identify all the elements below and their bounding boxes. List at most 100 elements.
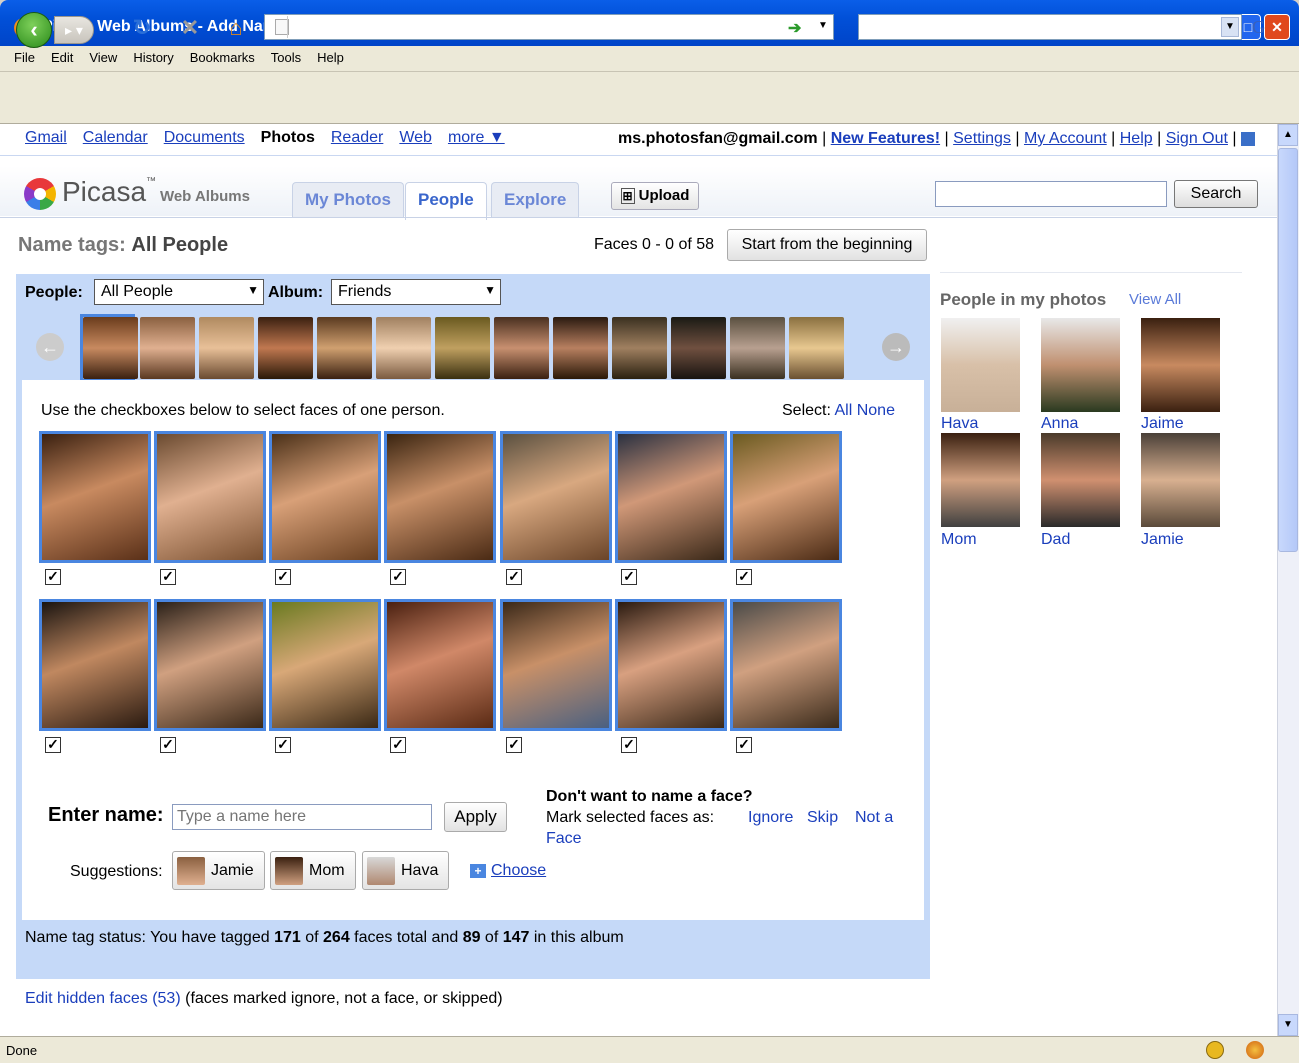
- person-photo-anna[interactable]: [1041, 318, 1120, 412]
- gbar-more[interactable]: more ▼: [448, 129, 505, 147]
- thumb-face[interactable]: [199, 317, 254, 379]
- tab-explore[interactable]: Explore: [491, 182, 580, 218]
- menu-history[interactable]: History: [125, 46, 181, 69]
- face-tile[interactable]: [730, 599, 842, 731]
- home-icon[interactable]: ⌂: [222, 14, 250, 42]
- face-checkbox[interactable]: ✓: [506, 737, 522, 753]
- thumb-face[interactable]: [317, 317, 372, 379]
- tab-my-photos[interactable]: My Photos: [292, 182, 404, 218]
- apply-button[interactable]: Apply: [444, 802, 507, 832]
- menu-tools[interactable]: Tools: [263, 46, 309, 69]
- face-tile[interactable]: [384, 431, 496, 563]
- face-tile[interactable]: [384, 599, 496, 731]
- scroll-down-icon[interactable]: ▼: [1278, 1014, 1298, 1036]
- picasa-logo[interactable]: Picasa™ Web Albums: [62, 176, 250, 208]
- face-checkbox[interactable]: ✓: [736, 569, 752, 585]
- person-photo-jamie[interactable]: [1141, 433, 1220, 527]
- thumb-face[interactable]: [671, 317, 726, 379]
- firefox-status-icon[interactable]: [1246, 1041, 1264, 1059]
- plus-icon[interactable]: +: [470, 864, 486, 878]
- reload-icon[interactable]: ↻: [128, 14, 156, 42]
- face-tile[interactable]: [615, 431, 727, 563]
- face-tile[interactable]: [39, 431, 151, 563]
- choose-link[interactable]: Choose: [491, 862, 546, 880]
- menu-help[interactable]: Help: [309, 46, 352, 69]
- stop-icon[interactable]: ✕: [176, 14, 204, 42]
- not-a-face-link-cont[interactable]: Face: [546, 830, 582, 848]
- not-a-face-link[interactable]: Not a: [855, 809, 893, 827]
- person-name-hava[interactable]: Hava: [941, 415, 978, 433]
- face-checkbox[interactable]: ✓: [160, 569, 176, 585]
- select-none-link[interactable]: None: [857, 402, 895, 419]
- gbar-photos[interactable]: Photos: [261, 129, 315, 147]
- thumb-face[interactable]: [435, 317, 490, 379]
- gbar-gmail[interactable]: Gmail: [25, 129, 67, 147]
- tab-people[interactable]: People: [405, 182, 487, 220]
- person-name-dad[interactable]: Dad: [1041, 531, 1070, 549]
- browser-search-input[interactable]: ▼: [858, 14, 1242, 40]
- person-name-jamie[interactable]: Jamie: [1141, 531, 1184, 549]
- face-checkbox[interactable]: ✓: [390, 569, 406, 585]
- thumb-face[interactable]: [553, 317, 608, 379]
- thumb-face[interactable]: [730, 317, 785, 379]
- thumb-face[interactable]: [789, 317, 844, 379]
- face-tile[interactable]: [154, 431, 266, 563]
- person-name-jaime[interactable]: Jaime: [1141, 415, 1184, 433]
- face-checkbox[interactable]: ✓: [506, 569, 522, 585]
- upload-button[interactable]: ⊞ Upload: [611, 182, 699, 210]
- face-tile[interactable]: [154, 599, 266, 731]
- person-photo-jaime[interactable]: [1141, 318, 1220, 412]
- close-button[interactable]: ✕: [1264, 14, 1290, 40]
- edit-hidden-faces-link[interactable]: Edit hidden faces (53): [25, 990, 181, 1007]
- menu-bookmarks[interactable]: Bookmarks: [182, 46, 263, 69]
- person-photo-dad[interactable]: [1041, 433, 1120, 527]
- face-tile[interactable]: [730, 431, 842, 563]
- face-checkbox[interactable]: ✓: [275, 737, 291, 753]
- face-tile[interactable]: [500, 599, 612, 731]
- go-arrow-icon[interactable]: ➔: [788, 18, 801, 38]
- url-bar[interactable]: [264, 14, 834, 40]
- view-all-link[interactable]: View All: [1129, 291, 1181, 308]
- face-checkbox[interactable]: ✓: [621, 569, 637, 585]
- people-filter-select[interactable]: All People: [94, 279, 264, 305]
- new-features-link[interactable]: New Features!: [831, 130, 940, 147]
- thumb-face[interactable]: [83, 317, 138, 379]
- thumb-face[interactable]: [140, 317, 195, 379]
- person-photo-hava[interactable]: [941, 318, 1020, 412]
- thumb-face[interactable]: [376, 317, 431, 379]
- face-checkbox[interactable]: ✓: [45, 569, 61, 585]
- next-arrow-icon[interactable]: →: [882, 333, 910, 361]
- face-checkbox[interactable]: ✓: [621, 737, 637, 753]
- face-checkbox[interactable]: ✓: [45, 737, 61, 753]
- face-tile[interactable]: [615, 599, 727, 731]
- gbar-calendar[interactable]: Calendar: [83, 129, 148, 147]
- ignore-link[interactable]: Ignore: [748, 809, 793, 827]
- name-input[interactable]: [172, 804, 432, 830]
- gbar-web[interactable]: Web: [399, 129, 432, 147]
- person-name-anna[interactable]: Anna: [1041, 415, 1078, 433]
- thumb-face[interactable]: [258, 317, 313, 379]
- album-filter-select[interactable]: Friends: [331, 279, 501, 305]
- scroll-up-icon[interactable]: ▲: [1278, 124, 1298, 146]
- settings-link[interactable]: Settings: [953, 130, 1011, 147]
- thumb-face[interactable]: [612, 317, 667, 379]
- face-checkbox[interactable]: ✓: [390, 737, 406, 753]
- start-from-beginning-button[interactable]: Start from the beginning: [727, 229, 927, 261]
- person-photo-mom[interactable]: [941, 433, 1020, 527]
- suggestion-jamie[interactable]: Jamie: [172, 851, 265, 890]
- google-search-engine-icon[interactable]: G: [1252, 17, 1265, 38]
- forward-button[interactable]: ▸ ▾: [54, 16, 94, 44]
- skip-link[interactable]: Skip: [807, 809, 838, 827]
- menu-edit[interactable]: Edit: [43, 46, 81, 69]
- face-tile[interactable]: [39, 599, 151, 731]
- my-account-link[interactable]: My Account: [1024, 130, 1107, 147]
- suggestion-mom[interactable]: Mom: [270, 851, 356, 890]
- back-button[interactable]: ‹: [16, 12, 52, 48]
- select-all-link[interactable]: All: [834, 402, 852, 419]
- menu-file[interactable]: File: [0, 46, 43, 69]
- gbar-reader[interactable]: Reader: [331, 129, 383, 147]
- face-tile[interactable]: [269, 599, 381, 731]
- search-button[interactable]: Search: [1174, 180, 1258, 208]
- face-tile[interactable]: [500, 431, 612, 563]
- url-dropdown-icon[interactable]: ▼: [818, 20, 828, 31]
